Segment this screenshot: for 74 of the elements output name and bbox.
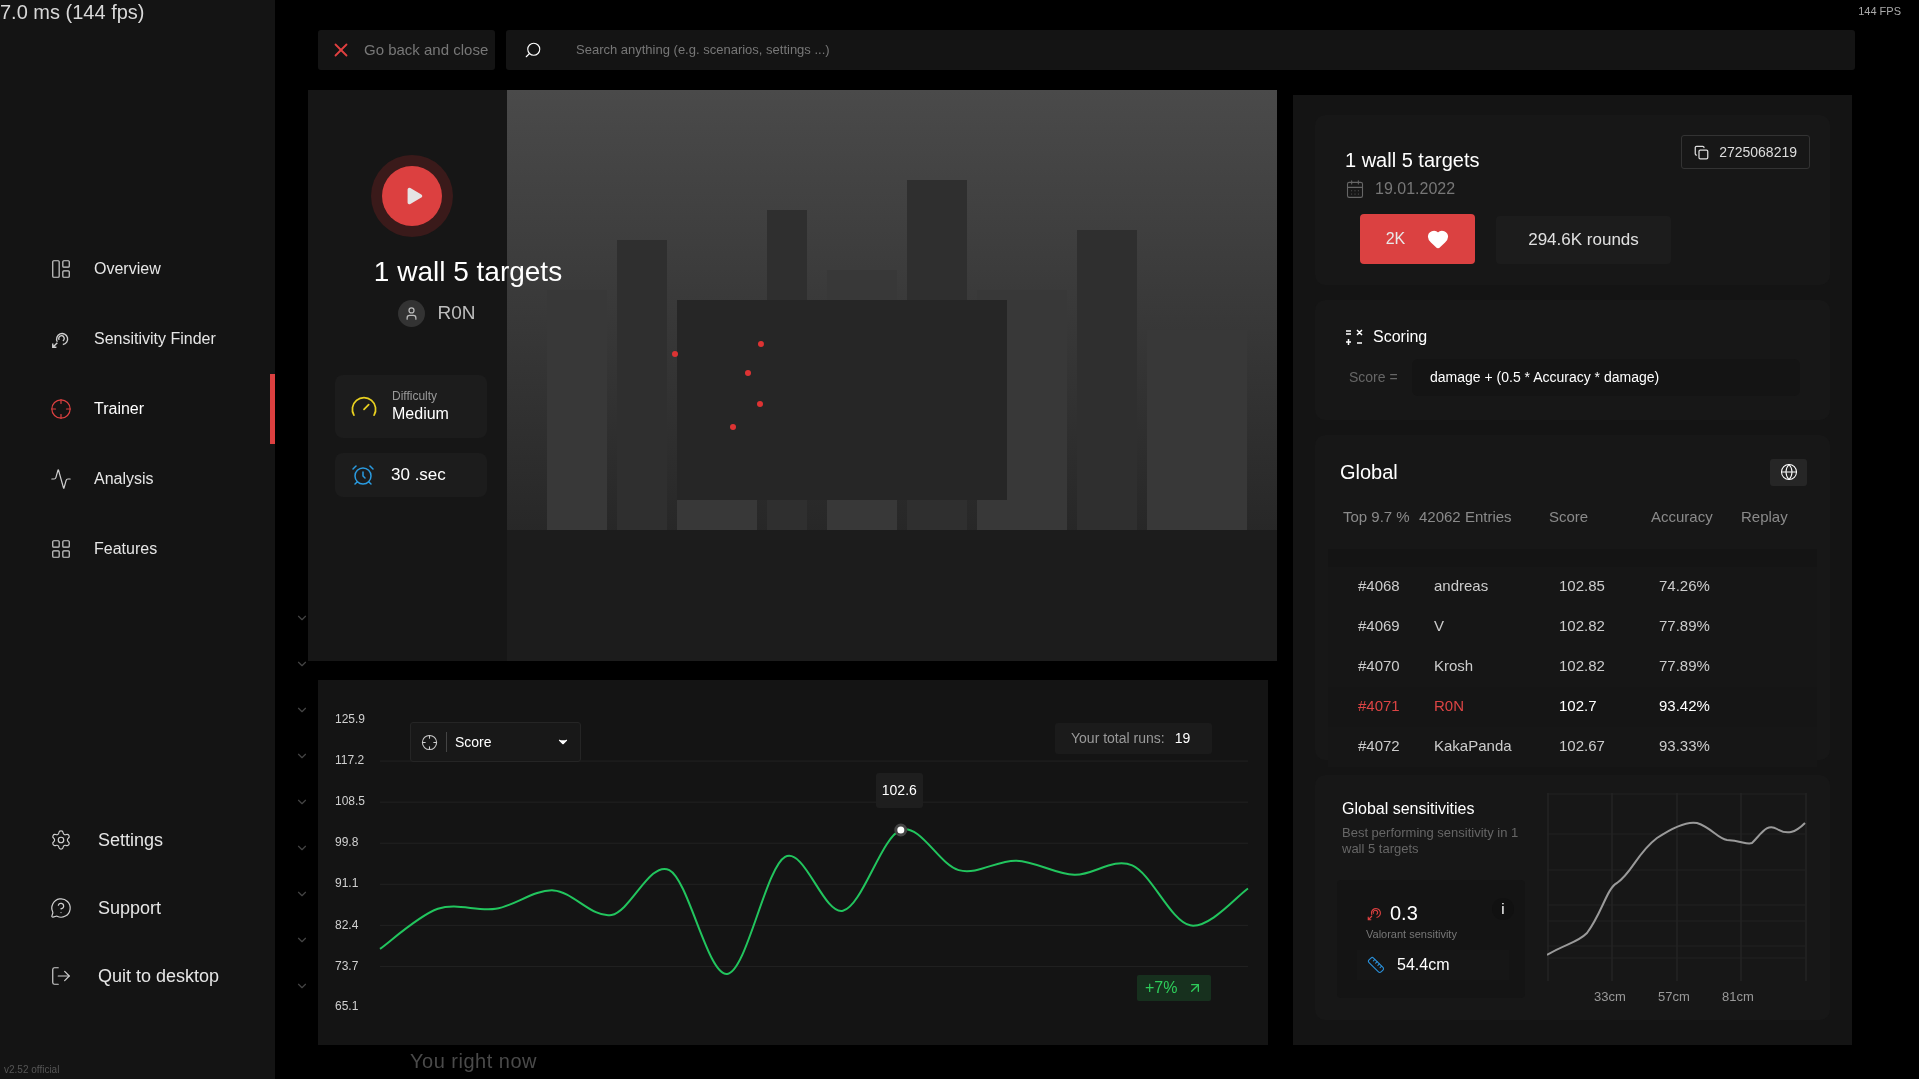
y-axis-label: 91.1 <box>335 876 359 891</box>
nav-item[interactable]: Sensitivity Finder <box>0 304 275 374</box>
search-icon <box>524 41 542 59</box>
column-header: Accuracy <box>1651 507 1714 527</box>
ruler-icon <box>1367 956 1385 974</box>
exit-icon <box>50 965 72 987</box>
nav-item[interactable]: Features <box>0 514 275 584</box>
info-button[interactable]: i <box>1492 898 1514 920</box>
author-name: R0N <box>437 301 476 325</box>
y-axis-label: 117.2 <box>335 753 365 768</box>
duration-value: 30 .sec <box>391 464 446 487</box>
nav-item[interactable]: Analysis <box>0 444 275 514</box>
total-runs-label: Your total runs: <box>1071 729 1165 748</box>
version-label: v2.52 official <box>3 1063 60 1077</box>
sensitivity-title: Global sensitivities <box>1342 799 1475 819</box>
x-axis-label: 57cm <box>1658 988 1690 1006</box>
copy-icon <box>1694 144 1710 160</box>
scoring-title: Scoring <box>1373 327 1428 347</box>
alarm-clock-icon <box>351 463 375 487</box>
y-axis-label: 108.5 <box>335 794 366 809</box>
play-button[interactable] <box>382 166 442 226</box>
difficulty-label: Difficulty <box>392 389 439 404</box>
sensitivity-caption: Valorant sensitivity <box>1366 927 1457 942</box>
scenario-title: 1 wall 5 targets <box>1345 148 1480 173</box>
change-badge: +7% <box>1137 975 1212 1001</box>
metric-dropdown[interactable]: Score <box>410 722 581 762</box>
column-header: 42062 Entries <box>1419 507 1513 527</box>
nav-item[interactable]: Settings <box>0 806 275 874</box>
scenario-title: 1 wall 5 targets <box>373 255 563 289</box>
nav-item[interactable]: Support <box>0 874 275 942</box>
sensitivity-value: 0.3 <box>1390 901 1418 926</box>
section-heading: You right now <box>410 1050 538 1072</box>
settings-icon <box>50 829 72 851</box>
frame-time-readout: 7.0 ms (144 fps) <box>0 0 145 24</box>
crosshair-icon <box>50 398 72 420</box>
globe-button[interactable] <box>1770 458 1807 486</box>
search-field[interactable]: Search anything (e.g. scenarios, settings ...) <box>506 30 1855 70</box>
math-operators-icon <box>1345 327 1364 347</box>
y-axis-label: 73.7 <box>335 958 359 973</box>
y-axis-label: 99.8 <box>335 835 359 850</box>
value-tooltip: 102.6 <box>875 773 923 808</box>
heart-icon <box>1427 228 1450 250</box>
score-label: Score = <box>1348 368 1399 387</box>
column-header: Replay <box>1741 507 1789 527</box>
total-runs-value: 19 <box>1174 729 1191 748</box>
help-icon <box>50 897 72 919</box>
nav-item[interactable]: Quit to desktop <box>0 942 275 1010</box>
search-input[interactable]: Search anything (e.g. scenarios, settings ...) <box>576 40 1855 60</box>
difficulty-value: Medium <box>392 404 449 424</box>
grid-icon <box>50 538 72 560</box>
nav-item[interactable]: Overview <box>0 234 275 304</box>
rounds-count: 294.6K rounds <box>1496 216 1671 264</box>
layout-icon <box>50 258 72 280</box>
user-icon <box>404 305 420 321</box>
data-point[interactable] <box>894 823 908 837</box>
copy-id-button[interactable]: 2725068219 <box>1681 135 1810 169</box>
fps-counter: 144 FPS <box>1858 4 1901 19</box>
like-button[interactable]: 2K <box>1360 214 1475 264</box>
y-axis-label: 65.1 <box>335 999 359 1014</box>
pulse-icon <box>50 468 72 490</box>
y-axis-label: 82.4 <box>335 917 359 932</box>
leaderboard-title: Global <box>1340 460 1398 485</box>
calendar-icon <box>1345 179 1365 199</box>
scenario-date: 19.01.2022 <box>1375 179 1456 199</box>
sensitivity-subtitle: Best performing sensitivity in 1 wall 5 targets <box>1342 825 1520 857</box>
x-axis-label: 81cm <box>1722 988 1754 1006</box>
x-axis-label: 33cm <box>1594 988 1626 1006</box>
globe-icon <box>1779 463 1798 481</box>
column-header: Score <box>1549 507 1590 527</box>
back-close-button[interactable]: Go back and close <box>318 30 495 70</box>
nav-item[interactable]: Trainer <box>0 374 275 444</box>
y-axis-label: 125.9 <box>335 712 366 727</box>
column-header: Top 9.7 % <box>1343 507 1411 527</box>
crosshair-icon <box>421 733 438 751</box>
